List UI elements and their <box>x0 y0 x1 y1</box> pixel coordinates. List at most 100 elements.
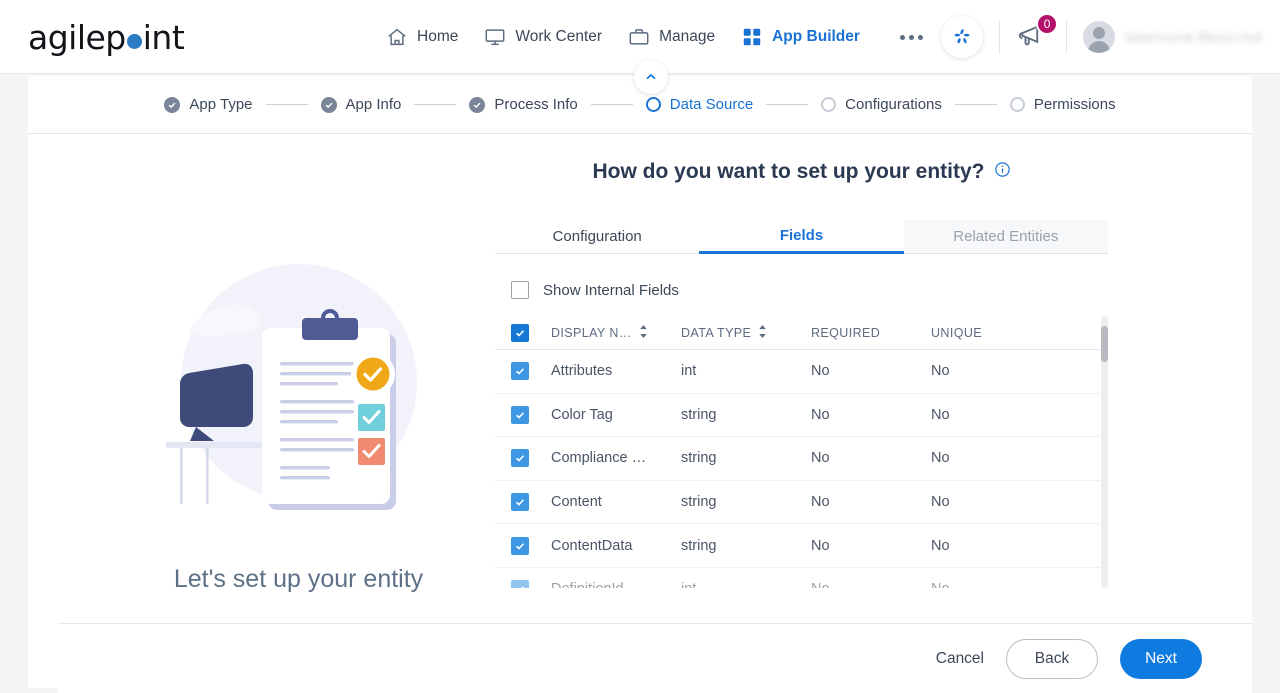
step-connector-3 <box>590 104 633 105</box>
row-checkbox[interactable] <box>511 493 529 512</box>
chevron-up-icon <box>646 73 656 80</box>
nav-label-manage: Manage <box>659 28 716 45</box>
tab-related-entities[interactable]: Related Entities <box>903 220 1108 254</box>
column-label-display-name: DISPLAY N… <box>551 325 632 340</box>
show-internal-fields-checkbox[interactable] <box>511 281 529 299</box>
step-process-info[interactable]: Process Info <box>469 96 578 113</box>
row-checkbox[interactable] <box>511 405 529 424</box>
notification-badge: 0 <box>1036 13 1059 35</box>
dot-1-icon <box>899 34 905 40</box>
table-row[interactable]: Color Tag string No No <box>495 394 1108 438</box>
step-label-data-source: Data Source <box>669 96 754 113</box>
wizard-body: Let's set up your entity How do you want… <box>28 134 1252 687</box>
column-header-data-type[interactable]: DATA TYPE <box>681 324 811 341</box>
row-select-cell[interactable] <box>511 405 551 424</box>
cell-unique: No <box>931 494 950 511</box>
column-header-display-name[interactable]: DISPLAY N… <box>551 324 681 341</box>
entity-setup-panel: How do you want to set up your entity? C… <box>495 160 1108 588</box>
tab-label-fields: Fields <box>779 227 824 244</box>
cell-required: No <box>811 363 830 380</box>
notifications-button[interactable]: 0 <box>1016 13 1059 54</box>
illustration-caption: Let's set up your entity <box>173 565 424 593</box>
show-internal-fields-toggle[interactable]: Show Internal Fields <box>495 281 1108 299</box>
sort-icon[interactable] <box>758 324 767 341</box>
home-icon <box>386 26 408 48</box>
row-select-cell[interactable] <box>511 449 551 468</box>
dot-3-icon <box>917 34 923 40</box>
table-row[interactable]: ContentData string No No <box>495 524 1108 568</box>
next-button[interactable]: Next <box>1120 638 1202 679</box>
tab-configuration[interactable]: Configuration <box>495 220 700 254</box>
row-select-cell[interactable] <box>511 536 551 555</box>
table-row[interactable]: DefinitionId int No No <box>495 568 1108 588</box>
fields-grid-header: DISPLAY N… DATA TYPE REQUIRED UNIQUE <box>495 316 1108 350</box>
step-connector-4 <box>766 104 809 105</box>
column-label-required: REQUIRED <box>811 325 881 340</box>
show-internal-fields-label: Show Internal Fields <box>543 281 679 299</box>
column-label-unique: UNIQUE <box>931 325 983 340</box>
step-label-configurations: Configurations <box>845 96 942 113</box>
back-button[interactable]: Back <box>1006 638 1098 679</box>
cell-required: No <box>811 406 830 423</box>
ai-assistant-button[interactable] <box>941 16 984 58</box>
wizard-card: App Type App Info Process Info Data Sour… <box>28 76 1252 688</box>
fields-grid-body: Attributes int No No Color Tag string No… <box>495 350 1108 588</box>
user-menu[interactable]: Username Redacted <box>1083 21 1262 53</box>
info-icon[interactable] <box>994 160 1011 184</box>
nav-item-home[interactable]: Home <box>386 26 458 48</box>
nav-label-home: Home <box>417 28 459 45</box>
tab-fields[interactable]: Fields <box>699 220 904 254</box>
fields-grid: DISPLAY N… DATA TYPE REQUIRED UNIQUE Att… <box>495 316 1108 588</box>
row-checkbox[interactable] <box>511 449 529 468</box>
circle-icon <box>1009 97 1025 112</box>
cell-data-type: string <box>681 537 717 554</box>
step-configurations[interactable]: Configurations <box>821 96 942 113</box>
table-row[interactable]: Attributes int No No <box>495 350 1108 394</box>
step-connector-1 <box>265 104 308 105</box>
row-select-cell[interactable] <box>511 362 551 381</box>
select-all-checkbox[interactable] <box>511 323 529 342</box>
wizard-footer: Cancel Back Next <box>58 623 1252 693</box>
logo-text-right: int <box>142 18 185 57</box>
fields-grid-scrollbar[interactable] <box>1101 316 1108 588</box>
monitor-icon <box>484 26 506 48</box>
row-select-cell[interactable] <box>511 493 551 512</box>
step-app-info[interactable]: App Info <box>320 96 402 113</box>
step-permissions[interactable]: Permissions <box>1009 96 1116 113</box>
tab-label-configuration: Configuration <box>552 228 642 245</box>
circle-icon <box>645 97 661 112</box>
grid-icon <box>741 26 763 48</box>
row-select-cell[interactable] <box>511 580 551 588</box>
select-all-cell[interactable] <box>511 323 551 342</box>
table-row[interactable]: Compliance … string No No <box>495 437 1108 481</box>
nav-overflow-button[interactable] <box>899 34 923 40</box>
check-icon <box>164 96 181 113</box>
pinwheel-icon <box>954 29 970 44</box>
cancel-button[interactable]: Cancel <box>936 650 984 668</box>
scrollbar-thumb[interactable] <box>1101 326 1108 362</box>
cell-data-type: int <box>681 581 811 588</box>
step-label-app-info: App Info <box>345 96 402 113</box>
cell-unique: No <box>931 450 950 467</box>
row-checkbox[interactable] <box>511 580 529 588</box>
collapse-header-button[interactable] <box>634 60 668 94</box>
step-data-source[interactable]: Data Source <box>645 96 754 113</box>
nav-item-manage[interactable]: Manage <box>628 26 715 48</box>
nav-item-app-builder[interactable]: App Builder <box>741 26 860 48</box>
row-checkbox[interactable] <box>511 362 529 381</box>
cell-display-name: Color Tag <box>551 406 613 423</box>
step-connector-5 <box>954 104 997 105</box>
briefcase-icon <box>628 26 650 48</box>
cell-required: No <box>811 537 830 554</box>
cell-display-name: ContentData <box>551 537 633 554</box>
user-name-label: Username Redacted <box>1125 29 1262 45</box>
avatar <box>1083 21 1116 53</box>
agilepoint-logo[interactable]: agilep int <box>28 18 185 57</box>
step-label-permissions: Permissions <box>1033 96 1116 113</box>
step-app-type[interactable]: App Type <box>164 96 253 113</box>
row-checkbox[interactable] <box>511 536 529 555</box>
table-row[interactable]: Content string No No <box>495 481 1108 525</box>
cell-data-type: string <box>681 406 717 423</box>
nav-item-work-center[interactable]: Work Center <box>484 26 602 48</box>
sort-icon[interactable] <box>639 324 648 341</box>
